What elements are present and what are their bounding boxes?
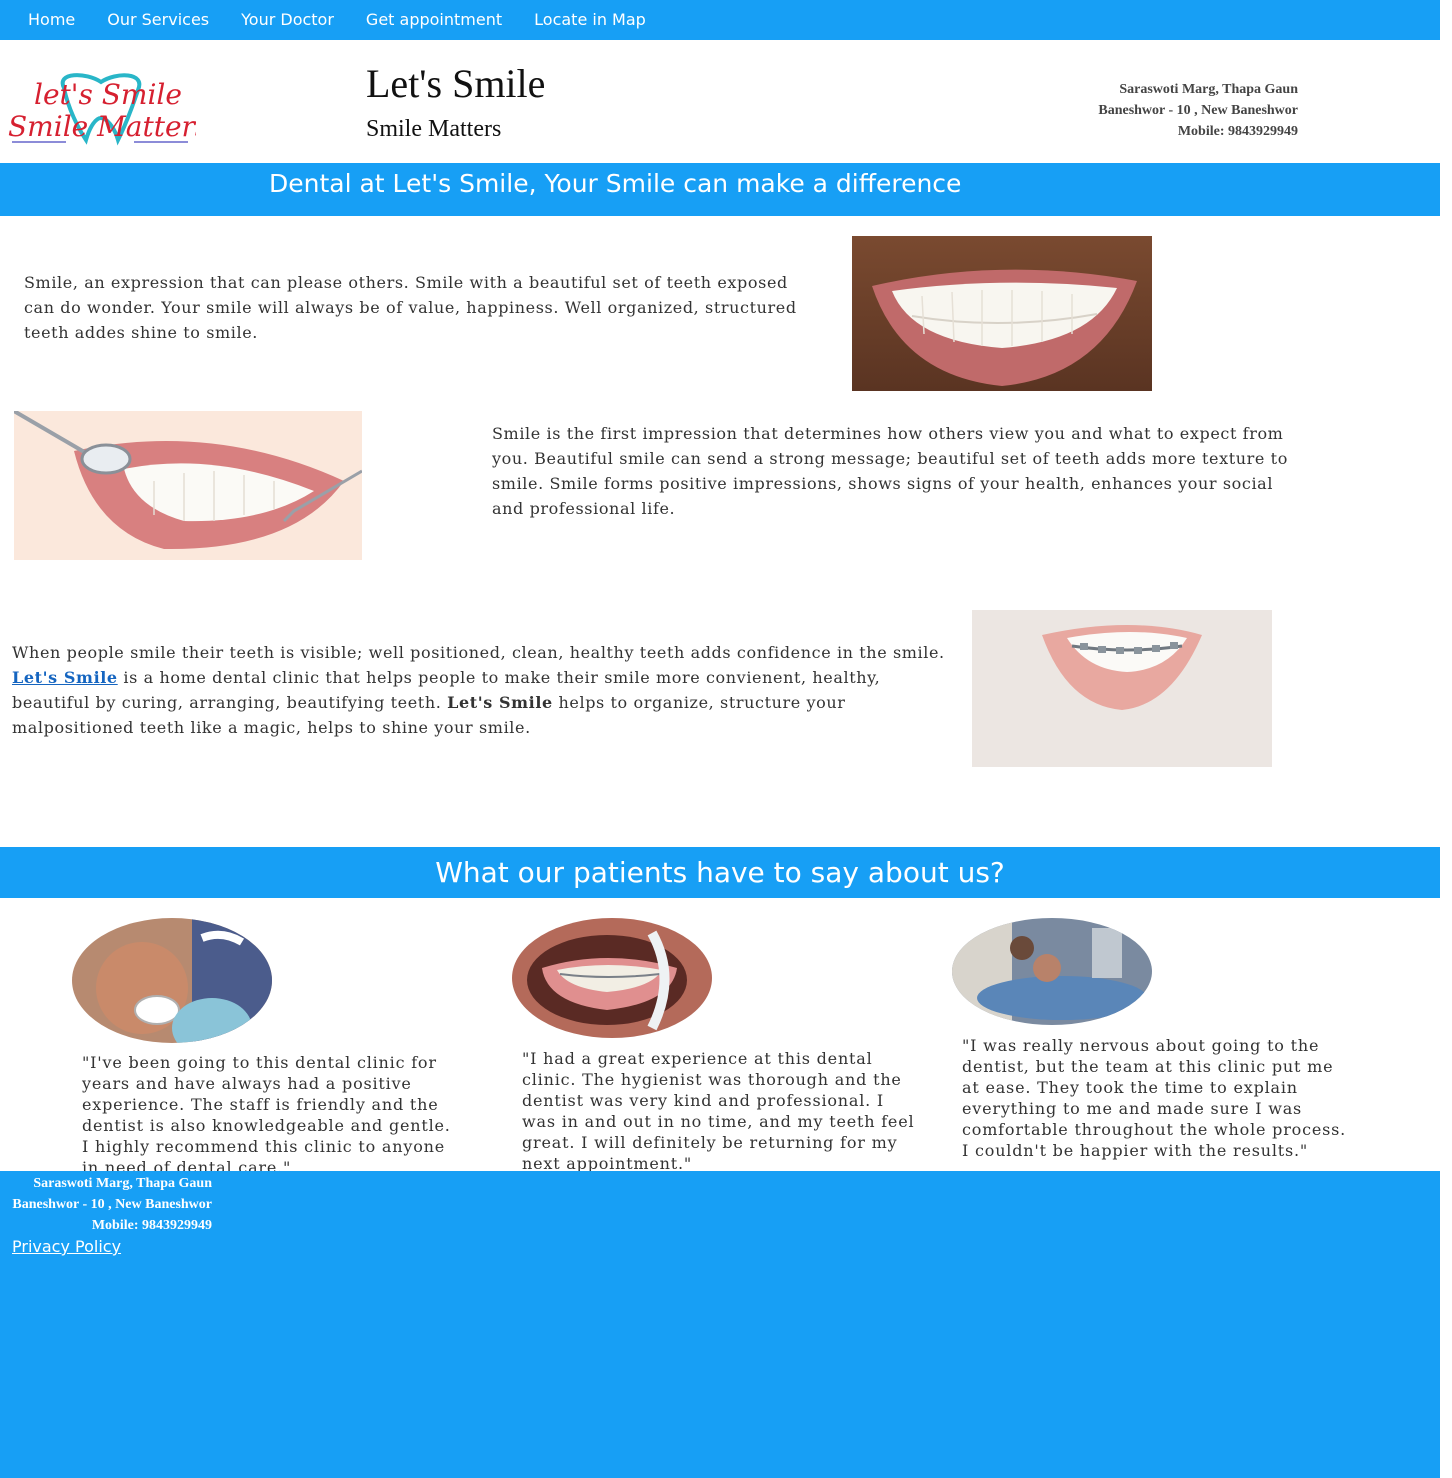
nav-doctor-link[interactable]: Your Doctor	[225, 0, 350, 40]
hero-banner: Dental at Let's Smile, Your Smile can ma…	[0, 163, 1440, 216]
testimonial-quote-3: "I was really nervous about going to the…	[962, 1036, 1347, 1160]
dental-tools-photo	[14, 411, 362, 560]
footer-address: Saraswoti Marg, Thapa Gaun Baneshwor - 1…	[12, 1173, 212, 1236]
address-line: Baneshwor - 10 , New Baneshwor	[1098, 103, 1298, 118]
intro-paragraph-2: Smile is the first impression that deter…	[492, 424, 1288, 518]
intro-paragraph-3: When people smile their teeth is visible…	[12, 640, 952, 740]
footer: Saraswoti Marg, Thapa Gaun Baneshwor - 1…	[0, 1171, 1440, 1478]
nav-appointment-link[interactable]: Get appointment	[350, 0, 518, 40]
privacy-policy-link[interactable]: Privacy Policy	[12, 1237, 121, 1256]
testimonial-quote-1: "I've been going to this dental clinic f…	[82, 1053, 451, 1177]
testimonials-heading: What our patients have to say about us?	[435, 856, 1005, 889]
logo-line1: let's Smile	[34, 78, 182, 111]
testimonials-banner: What our patients have to say about us?	[0, 847, 1440, 898]
address-line: Saraswoti Marg, Thapa Gaun	[1119, 82, 1298, 97]
header-address: Saraswoti Marg, Thapa Gaun Baneshwor - 1…	[1098, 79, 1298, 142]
brand-name: Let's Smile	[447, 693, 553, 712]
nav-map-link[interactable]: Locate in Map	[518, 0, 662, 40]
patient-avatar-3	[952, 918, 1152, 1025]
intro-paragraph-1: Smile, an expression that can please oth…	[24, 273, 797, 342]
braces-photo	[972, 610, 1272, 767]
address-line: Baneshwor - 10 , New Baneshwor	[12, 1197, 212, 1212]
logo-line2: Smile Matters	[8, 110, 196, 143]
logo: let's Smile Smile Matters	[8, 73, 196, 146]
address-line: Saraswoti Marg, Thapa Gaun	[33, 1176, 212, 1191]
site-subtitle: Smile Matters	[366, 116, 502, 142]
nav-services-link[interactable]: Our Services	[91, 0, 225, 40]
patient-avatar-1	[72, 918, 272, 1043]
hero-heading: Dental at Let's Smile, Your Smile can ma…	[269, 169, 962, 198]
testimonial-quote-2: "I had a great experience at this dental…	[522, 1049, 915, 1173]
lets-smile-link[interactable]: Let's Smile	[12, 668, 118, 687]
patient-avatar-2	[512, 918, 712, 1038]
top-nav: Home Our Services Your Doctor Get appoin…	[0, 0, 1440, 40]
site-title: Let's Smile	[366, 61, 546, 106]
smile-photo-1	[852, 236, 1152, 391]
mobile-number: Mobile: 9843929949	[91, 1218, 212, 1233]
nav-home-link[interactable]: Home	[12, 0, 91, 40]
paragraph-text: When people smile their teeth is visible…	[12, 643, 945, 662]
mobile-number: Mobile: 9843929949	[1177, 124, 1298, 139]
